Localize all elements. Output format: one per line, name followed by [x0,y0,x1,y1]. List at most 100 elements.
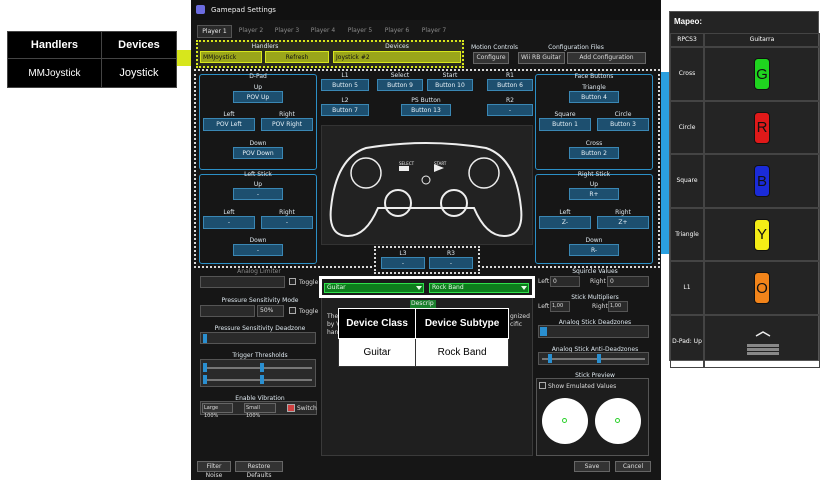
device-select[interactable]: Joystick #2 [333,51,461,63]
squircle-right-label: Right [590,278,606,285]
circle-label: Circle [614,111,632,118]
tab-player-6[interactable]: Player 6 [380,27,414,34]
analog-limiter-field[interactable] [200,276,285,288]
left-stick-up-button[interactable]: - [233,188,283,200]
mapeo-row-label: Circle [670,100,704,154]
save-button[interactable]: Save [574,461,610,472]
left-stick-right-button[interactable]: - [261,216,313,229]
analog-limiter-checkbox[interactable] [289,278,296,285]
description-text-right: gnized [510,313,530,320]
callout-subtype-value: Rock Band [415,338,509,367]
multipliers-left-label: Left [538,303,550,310]
tab-player-7[interactable]: Player 7 [417,27,451,34]
trigger-thresholds-panel [200,359,316,387]
dpad-up-label: Up [253,84,263,91]
right-stick-down-label: Down [585,237,603,244]
device-class-select[interactable]: Guitar [324,283,424,293]
pressure-deadzone-slider[interactable] [200,332,316,344]
pressure-toggle-checkbox[interactable] [289,307,296,314]
dpad-up-button[interactable]: POV Up [233,91,283,103]
mapeo-row-label: Square [670,154,704,208]
handlers-devices-callout: Handlers Devices MMJoystick Joystick [7,30,178,88]
pressure-deadzone-knob[interactable] [203,334,207,343]
right-stick-left-button[interactable]: Z- [539,216,591,229]
dpad-down-button[interactable]: POV Down [233,147,283,159]
fret-button-icon: B [754,165,770,197]
vibration-switch-checkbox[interactable] [287,404,295,412]
tab-player-2[interactable]: Player 2 [234,27,268,34]
circle-button[interactable]: Button 3 [597,118,649,131]
tab-player-5[interactable]: Player 5 [343,27,377,34]
subtype-dropdown-arrow-icon [521,286,527,290]
analog-limiter-title: Analog Limiter [237,268,281,275]
callout-device-value: Joystick [100,58,178,88]
multipliers-left-field[interactable]: 1,00 [550,301,570,312]
pressure-value-field[interactable]: 50% [257,305,284,317]
handler-select[interactable]: MMJoystick [200,51,262,63]
pressure-deadzone-title: Pressure Sensitivity Deadzone [214,325,306,332]
ps-button[interactable]: Button 13 [401,104,451,116]
description-text-right-2: cific [510,321,523,328]
start-button[interactable]: Button 10 [427,79,473,91]
vibration-large-field[interactable]: Large 100% [202,403,233,419]
trigger-left-knob[interactable] [203,363,207,372]
right-stick-down-button[interactable]: R- [569,244,619,256]
triangle-button[interactable]: Button 4 [569,91,619,103]
r2-button[interactable]: - [487,104,533,116]
left-stick-down-button[interactable]: - [233,244,283,256]
mapeo-row-cell: B [704,154,820,208]
squircle-left-field[interactable]: 0 [550,276,580,287]
restore-defaults-button[interactable]: Restore Defaults [235,461,283,479]
r3-button[interactable]: - [429,257,473,269]
show-emulated-label: Show Emulated Values [548,383,617,390]
right-stick-right-button[interactable]: Z+ [597,216,649,229]
l1-label: L1 [341,72,349,79]
trigger-left-track[interactable] [204,367,312,369]
tab-player-1[interactable]: Player 1 [197,25,232,38]
squircle-right-field[interactable]: 0 [607,276,649,287]
select-label: Select [390,72,410,79]
device-subtype-select[interactable]: Rock Band [429,283,529,293]
anti-deadzones-knob-left[interactable] [548,354,552,363]
deadzones-knob-right[interactable] [543,327,547,336]
right-stick-up-button[interactable]: R+ [569,188,619,200]
ps-button-label: PS Button [411,97,441,104]
config-select[interactable]: Wii RB Guitar [518,52,565,64]
vibration-small-field[interactable]: Small 100% [244,403,276,419]
deadzones-slider[interactable] [538,325,649,338]
trigger-left-knob-2[interactable] [260,363,264,372]
pressure-mode-field[interactable] [200,305,255,317]
trigger-right-track[interactable] [204,379,312,381]
left-stick-left-button[interactable]: - [203,216,255,229]
window-icon [196,5,205,14]
triangle-label: Triangle [582,84,606,91]
show-emulated-checkbox[interactable] [539,382,546,389]
select-button[interactable]: Button 9 [377,79,423,91]
squircle-left-label: Left [538,278,550,285]
cross-button[interactable]: Button 2 [569,147,619,159]
squircle-title: Squircle Values [572,268,618,275]
l3-button[interactable]: - [381,257,425,269]
l2-button[interactable]: Button 7 [321,104,369,116]
anti-deadzones-knob-right[interactable] [597,354,601,363]
right-stick-right-label: Right [615,209,631,216]
cancel-button[interactable]: Cancel [615,461,651,472]
refresh-button[interactable]: Refresh [265,51,329,63]
r1-button[interactable]: Button 6 [487,79,533,91]
r3-label: R3 [447,250,455,257]
tab-player-3[interactable]: Player 3 [270,27,304,34]
trigger-thresholds-title: Trigger Thresholds [232,352,288,359]
dpad-left-button[interactable]: POV Left [203,118,255,131]
square-button[interactable]: Button 1 [539,118,591,131]
dpad-right-button[interactable]: POV Right [261,118,313,131]
tab-player-4[interactable]: Player 4 [306,27,340,34]
handlers-title: Handlers [251,43,279,50]
trigger-right-knob-2[interactable] [260,375,264,384]
l1-button[interactable]: Button 5 [321,79,369,91]
trigger-right-knob[interactable] [203,375,207,384]
multipliers-right-field[interactable]: 1,00 [608,301,628,312]
motion-configure-button[interactable]: Configure [473,52,509,64]
mapeo-row-label: Cross [670,47,704,101]
add-configuration-button[interactable]: Add Configuration [567,52,646,64]
filter-noise-button[interactable]: Filter Noise [197,461,231,479]
